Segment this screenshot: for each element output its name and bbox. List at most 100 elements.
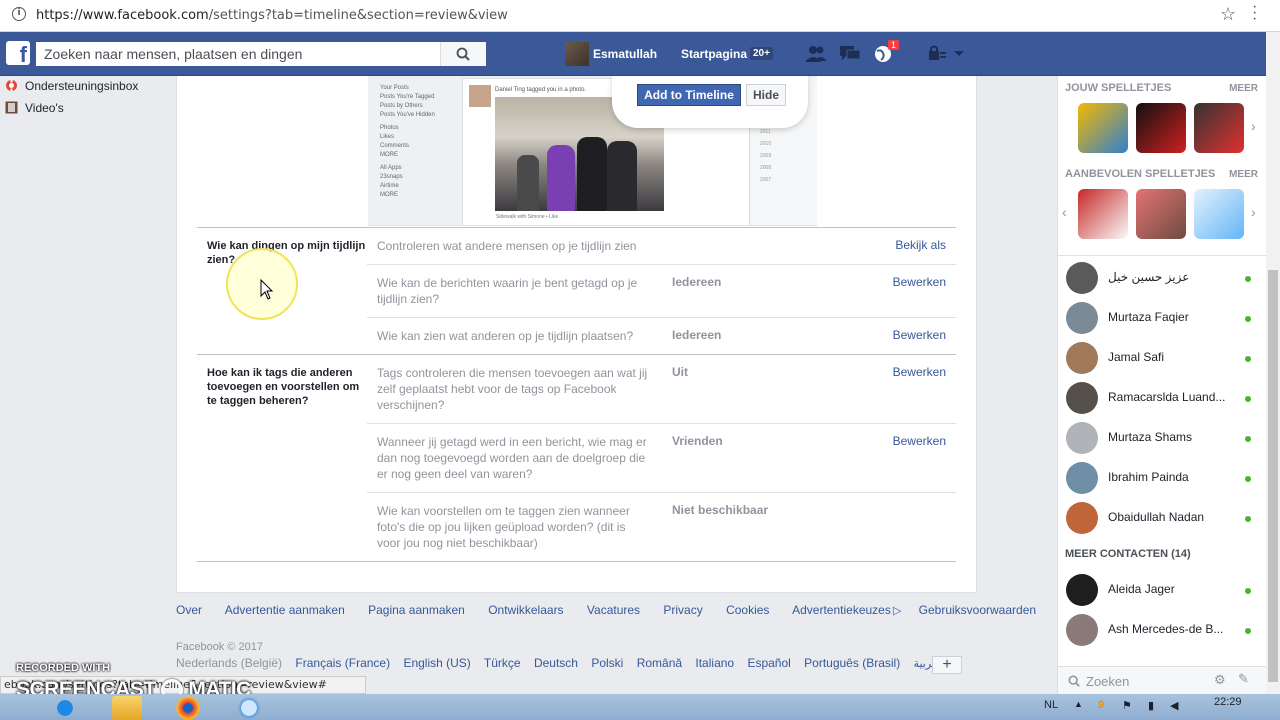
setting-question: Wanneer jij getagd werd in een bericht, … xyxy=(377,435,647,481)
language-indicator[interactable]: NL xyxy=(1044,699,1058,711)
messages-icon[interactable] xyxy=(839,45,861,63)
language-link[interactable]: Polski xyxy=(591,656,623,670)
recommended-more-link[interactable]: MEER xyxy=(1229,169,1258,180)
contact-item[interactable]: Murtaza Faqier xyxy=(1066,300,1261,336)
new-message-icon[interactable]: ✎ xyxy=(1238,671,1249,687)
footer-link-create-page[interactable]: Pagina aanmaken xyxy=(368,603,465,617)
contact-item[interactable]: عزیز حسین خیل xyxy=(1066,260,1261,296)
footer-link-about[interactable]: Over xyxy=(176,603,202,617)
language-link[interactable]: Italiano xyxy=(695,656,734,670)
contact-name: عزیز حسین خیل xyxy=(1108,270,1190,284)
bookmark-star-icon[interactable]: ☆ xyxy=(1220,4,1236,25)
chat-search-bar[interactable]: Zoeken ⚙ ✎ xyxy=(1057,666,1266,694)
friend-requests-icon[interactable] xyxy=(805,45,827,63)
game-thumbnail-poker[interactable] xyxy=(1078,189,1128,239)
home-link[interactable]: Startpagina xyxy=(681,47,747,61)
language-link[interactable]: English (US) xyxy=(403,656,470,670)
chevron-left-icon[interactable]: ‹ xyxy=(1062,204,1067,220)
volume-icon[interactable]: ◀ xyxy=(1170,699,1178,712)
view-as-link[interactable]: Bekijk als xyxy=(880,238,946,252)
games-more-link[interactable]: MEER xyxy=(1229,83,1258,94)
url-host: https://www.facebook.com xyxy=(36,8,209,23)
language-link[interactable]: Português (Brasil) xyxy=(804,656,900,670)
edit-link[interactable]: Bewerken xyxy=(880,434,946,448)
contact-item[interactable]: Ibrahim Painda xyxy=(1066,460,1261,496)
edit-link[interactable]: Bewerken xyxy=(880,365,946,379)
avatar xyxy=(1066,574,1098,606)
tray-expand-icon[interactable]: ▲ xyxy=(1074,699,1083,709)
preview-year: 2007 xyxy=(760,177,772,183)
footer-link-create-ad[interactable]: Advertentie aanmaken xyxy=(225,603,345,617)
language-link[interactable]: Türkçe xyxy=(484,656,521,670)
footer-link-ad-choices[interactable]: Advertentiekeuzes xyxy=(792,603,891,617)
row-divider xyxy=(367,423,956,424)
footer-link-privacy[interactable]: Privacy xyxy=(663,603,702,617)
contact-item[interactable]: Aleida Jager xyxy=(1066,572,1261,608)
scrollbar-thumb[interactable] xyxy=(1268,270,1278,682)
search-button[interactable] xyxy=(440,42,486,66)
preview-nav-item: MORE xyxy=(380,152,398,158)
url-field[interactable]: https://www.facebook.com/settings?tab=ti… xyxy=(36,8,508,23)
setting-value: Iedereen xyxy=(672,275,722,289)
network-icon[interactable]: ▮ xyxy=(1148,699,1154,712)
file-explorer-icon[interactable] xyxy=(112,696,142,720)
search-input[interactable] xyxy=(36,42,436,66)
footer-links: Over Advertentie aanmaken Pagina aanmake… xyxy=(176,603,1056,617)
browser-menu-icon[interactable]: · · · xyxy=(1252,0,1257,27)
contact-name: Ibrahim Painda xyxy=(1108,470,1189,484)
mouse-pointer-icon xyxy=(260,279,274,300)
chevron-right-icon[interactable]: › xyxy=(1251,204,1256,220)
game-thumbnail-recommended[interactable] xyxy=(1136,189,1186,239)
profile-link[interactable]: Esmatullah xyxy=(565,42,657,66)
chevron-right-icon[interactable]: › xyxy=(1251,118,1256,134)
screencast-taskbar-icon[interactable] xyxy=(234,696,264,720)
language-link[interactable]: Deutsch xyxy=(534,656,578,670)
leftnav-item-videos[interactable]: Video's xyxy=(0,98,176,120)
footer-link-cookies[interactable]: Cookies xyxy=(726,603,769,617)
preview-nav-list: Your Posts Posts You're Tagged Posts by … xyxy=(380,84,462,200)
leftnav-item-support-inbox[interactable]: Ondersteuningsinbox xyxy=(0,76,176,98)
game-thumbnail-jetpack[interactable] xyxy=(1078,103,1128,153)
contact-item[interactable]: Obaidullah Nadan xyxy=(1066,500,1261,536)
add-language-button[interactable]: + xyxy=(932,656,962,674)
contact-item[interactable]: Ash Mercedes-de B... xyxy=(1066,612,1261,648)
contact-item[interactable]: Jamal Safi xyxy=(1066,340,1261,376)
tray-flag-icon[interactable]: ⚑ xyxy=(1122,699,1132,712)
tray-app-icon[interactable]: 9 xyxy=(1098,699,1104,711)
section-divider xyxy=(197,561,956,562)
online-status-dot xyxy=(1245,316,1251,322)
gear-icon[interactable]: ⚙ xyxy=(1214,672,1226,688)
preview-nav-item: 23snaps xyxy=(380,174,403,180)
edit-link[interactable]: Bewerken xyxy=(880,275,946,289)
language-link[interactable]: Français (France) xyxy=(295,656,390,670)
online-status-dot xyxy=(1245,628,1251,634)
game-thumbnail-bottle[interactable] xyxy=(1194,189,1244,239)
preview-caption: Sidewalk with Simone • Like xyxy=(496,214,559,220)
edit-link[interactable]: Bewerken xyxy=(880,328,946,342)
footer-link-terms[interactable]: Gebruiksvoorwaarden xyxy=(919,603,1036,617)
info-icon[interactable]: i xyxy=(12,7,26,21)
page-scrollbar[interactable] xyxy=(1266,32,1280,694)
contact-item[interactable]: Ramacarslda Luand... xyxy=(1066,380,1261,416)
avatar xyxy=(1066,342,1098,374)
internet-explorer-icon[interactable] xyxy=(50,696,80,720)
footer-link-careers[interactable]: Vacatures xyxy=(587,603,640,617)
language-link[interactable]: Español xyxy=(747,656,790,670)
online-status-dot xyxy=(1245,276,1251,282)
clock[interactable]: 22:29 xyxy=(1214,696,1242,708)
facebook-logo-icon[interactable]: f xyxy=(6,41,30,65)
contact-name: Murtaza Shams xyxy=(1108,430,1193,444)
preview-years: 2011 2010 2009 2008 2007 xyxy=(760,126,771,186)
account-menu-chevron-down-icon[interactable] xyxy=(952,45,966,63)
avatar xyxy=(1066,422,1098,454)
privacy-shortcuts-icon[interactable] xyxy=(926,45,948,63)
game-thumbnail-car[interactable] xyxy=(1194,103,1244,153)
section-divider xyxy=(197,227,956,228)
avatar xyxy=(1066,262,1098,294)
footer-link-developers[interactable]: Ontwikkelaars xyxy=(488,603,563,617)
chrome-icon[interactable] xyxy=(173,696,203,720)
notification-count-badge: 1 xyxy=(888,40,900,50)
language-link[interactable]: Română xyxy=(637,656,682,670)
contact-item[interactable]: Murtaza Shams xyxy=(1066,420,1261,456)
game-thumbnail-racing-3d[interactable] xyxy=(1136,103,1186,153)
